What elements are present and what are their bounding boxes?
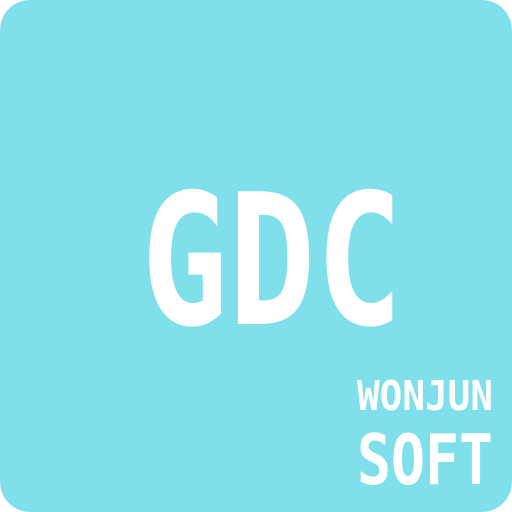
app-icon-artwork: GDC WONJUN SOFT	[0, 0, 512, 512]
brand-line-2: SOFT	[357, 419, 493, 500]
app-icon: GDC WONJUN SOFT	[0, 0, 512, 512]
brand-line-1: WONJUN	[357, 372, 493, 420]
main-title: GDC	[141, 155, 403, 368]
